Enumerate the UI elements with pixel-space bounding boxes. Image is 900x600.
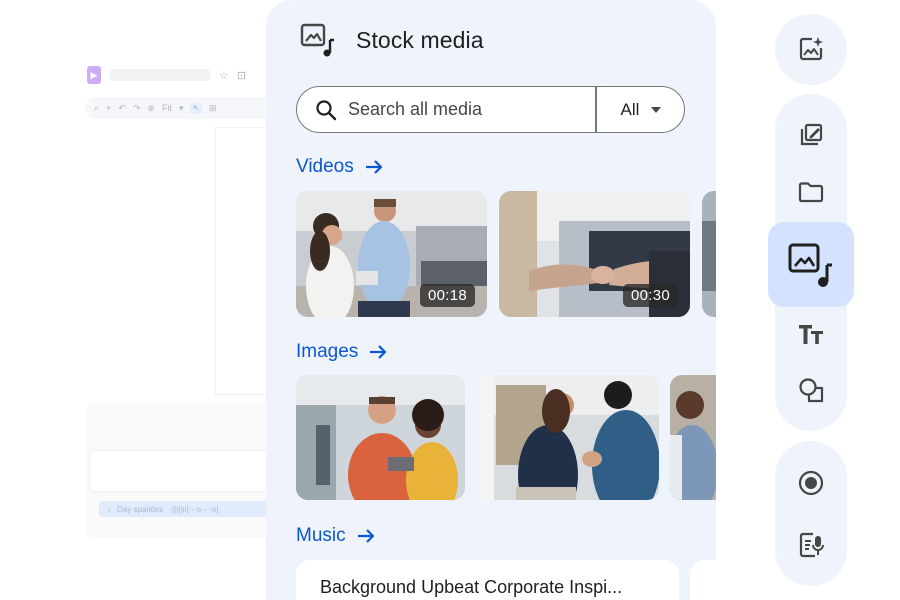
image-thumbnail[interactable] xyxy=(476,375,659,500)
music-section-link[interactable]: Music xyxy=(296,525,376,547)
zoom-select: Fit xyxy=(161,103,172,113)
text-icon xyxy=(799,325,823,344)
zoom-caret-icon: ▾ xyxy=(178,102,184,113)
music-track-card[interactable] xyxy=(690,560,716,600)
search-bar: All xyxy=(296,86,685,133)
video-thumbnail[interactable]: 00:18 xyxy=(296,191,487,317)
editor-toolbar: ⌕ + ↶ ↷ ⊕ Fit ▾ ↖ ⊞ xyxy=(85,97,275,119)
stock-image xyxy=(476,375,659,500)
rail-stock-media-button[interactable] xyxy=(768,222,854,307)
video-thumbnail[interactable]: 00:30 xyxy=(499,191,690,317)
select-tool-icon: ↖ xyxy=(190,102,203,114)
image-sparkle-icon xyxy=(799,37,823,61)
shapes-icon xyxy=(799,378,824,403)
zoom-icon: ⊕ xyxy=(147,102,155,113)
music-note-icon: ♪ xyxy=(107,504,111,514)
folder-icon xyxy=(798,182,824,203)
search-input[interactable] xyxy=(348,99,578,120)
music-track-card[interactable]: Background Upbeat Corporate Inspi... xyxy=(296,560,679,600)
star-icon: ☆ xyxy=(219,69,229,82)
script-voice-icon xyxy=(799,532,824,558)
record-icon xyxy=(798,470,824,496)
music-track-title: Background Upbeat Corporate Inspi... xyxy=(320,577,623,597)
stock-media-header-icon xyxy=(300,23,334,57)
video-thumbnail[interactable] xyxy=(702,191,716,317)
music-section-title: Music xyxy=(296,525,346,546)
search-menu-icon: ⌕ xyxy=(94,102,100,113)
undo-icon: ↶ xyxy=(118,102,126,113)
rail-record-button[interactable] xyxy=(791,463,831,503)
app-logo-icon: ▶ xyxy=(87,66,101,84)
stock-media-panel: Stock media All Videos xyxy=(266,0,716,600)
panel-header: Stock media xyxy=(300,22,484,58)
search-icon xyxy=(316,99,337,120)
stock-image xyxy=(670,375,716,500)
images-section-link[interactable]: Images xyxy=(296,341,388,363)
image-thumbnail[interactable] xyxy=(670,375,716,500)
caret-down-icon xyxy=(651,106,662,113)
rail-edit-button[interactable] xyxy=(791,115,831,155)
audio-clip-label: Day sparkles xyxy=(117,504,164,514)
move-to-folder-icon: ⊡ xyxy=(236,69,247,82)
panel-title: Stock media xyxy=(356,26,484,53)
editor-topbar: ▶ ☆ ⊡ xyxy=(87,65,272,85)
videos-section-title: Videos xyxy=(296,156,354,177)
rail-group-bottom xyxy=(775,441,847,586)
textbox-tool-icon: ⊞ xyxy=(209,102,217,113)
new-slide-icon: + xyxy=(106,103,112,113)
rail-text-button[interactable] xyxy=(791,314,831,354)
rail-files-button[interactable] xyxy=(791,172,831,212)
waveform-icon: ·|||||ıı|·-·ıı·-··ıı| xyxy=(169,504,219,514)
filter-value: All xyxy=(620,99,640,119)
redo-icon: ↷ xyxy=(132,102,141,113)
rail-group-top xyxy=(775,14,847,85)
rail-script-button[interactable] xyxy=(791,525,831,565)
videos-section-link[interactable]: Videos xyxy=(296,156,384,178)
image-thumbnail[interactable] xyxy=(296,375,465,500)
images-section-title: Images xyxy=(296,341,359,362)
background-editor: ▶ ☆ ⊡ ⌕ + ↶ ↷ ⊕ Fit ▾ ↖ ⊞ ♪ Day sparkles… xyxy=(75,55,275,545)
rail-generate-image-button[interactable] xyxy=(791,29,831,69)
arrow-right-icon xyxy=(370,345,387,359)
media-type-filter[interactable]: All xyxy=(597,87,685,132)
video-duration: 00:18 xyxy=(419,284,475,307)
timeline-track xyxy=(89,450,275,492)
edit-frame-icon xyxy=(800,123,823,146)
audio-clip: ♪ Day sparkles ·|||||ıı|·-·ıı·-··ıı| xyxy=(99,501,275,517)
stock-media-icon xyxy=(788,243,832,287)
document-title-placeholder xyxy=(109,69,211,81)
rail-shapes-button[interactable] xyxy=(791,370,831,410)
stock-image xyxy=(296,375,465,500)
video-preview-image xyxy=(702,191,716,317)
arrow-right-icon xyxy=(357,529,374,543)
video-duration: 00:30 xyxy=(622,284,678,307)
arrow-right-icon xyxy=(365,160,382,174)
